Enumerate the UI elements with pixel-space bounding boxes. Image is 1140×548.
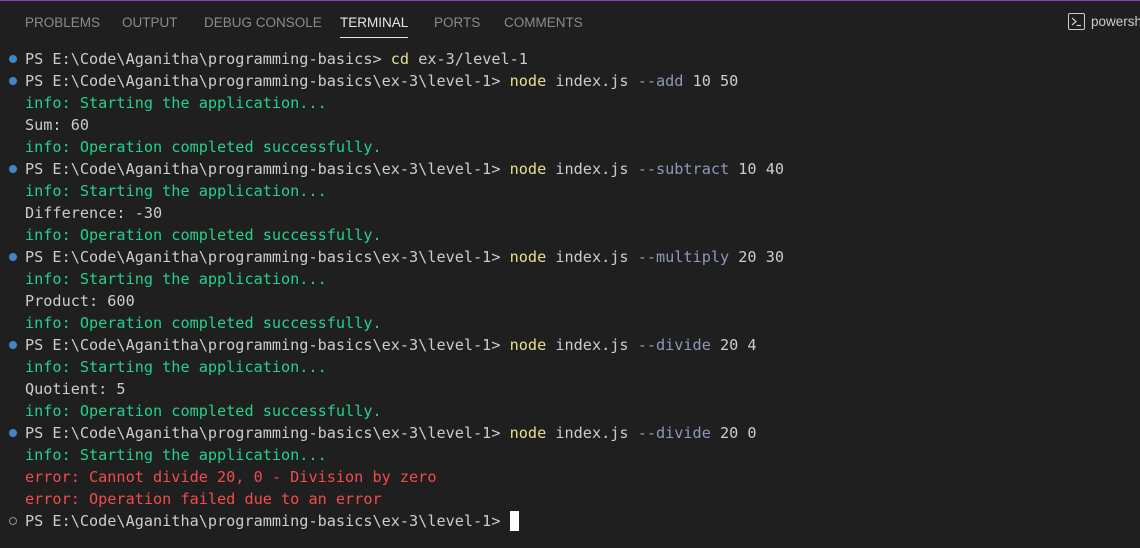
output-text: Sum: 60 — [25, 116, 90, 134]
terminal-line: info: Operation completed successfully. — [0, 136, 1140, 158]
command-flag: --subtract — [637, 160, 730, 178]
info-message: info: Starting the application... — [25, 182, 327, 200]
terminal-powershell-icon — [1068, 13, 1085, 30]
prompt-text: PS E:\Code\Aganitha\programming-basics\e… — [25, 72, 501, 90]
command-values: 10 50 — [692, 72, 739, 90]
command-argument: ex-3/level-1 — [418, 50, 528, 68]
command-values: 20 0 — [720, 424, 757, 442]
terminal-panel: PROBLEMS OUTPUT DEBUG CONSOLE TERMINAL P… — [0, 0, 1140, 548]
prompt-text: PS E:\Code\Aganitha\programming-basics\e… — [25, 160, 501, 178]
info-message: info: Starting the application... — [25, 94, 327, 112]
command-argument: index.js — [555, 72, 629, 90]
terminal-line: Difference: -30 — [0, 202, 1140, 224]
tab-ports[interactable]: PORTS — [434, 15, 480, 30]
error-message: error: Cannot divide 20, 0 - Division by… — [25, 468, 437, 486]
tab-comments[interactable]: COMMENTS — [504, 15, 583, 30]
command-success-decoration-icon[interactable] — [9, 165, 17, 173]
command-name: node — [509, 72, 547, 90]
command-argument: index.js — [555, 424, 629, 442]
command-values: 20 30 — [738, 248, 784, 266]
terminal-line: PS E:\Code\Aganitha\programming-basics\e… — [0, 334, 1140, 356]
command-flag: --multiply — [637, 248, 730, 266]
command-flag: --divide — [637, 424, 711, 442]
prompt-text: PS E:\Code\Aganitha\programming-basics> — [25, 50, 382, 68]
terminal-line: PS E:\Code\Aganitha\programming-basics\e… — [0, 158, 1140, 180]
command-pending-decoration-icon[interactable] — [9, 517, 17, 525]
output-text: Product: 600 — [25, 292, 135, 310]
terminal-line: PS E:\Code\Aganitha\programming-basics\e… — [0, 246, 1140, 268]
terminal-line: PS E:\Code\Aganitha\programming-basics\e… — [0, 422, 1140, 444]
info-message: info: Operation completed successfully. — [25, 138, 382, 156]
command-argument: index.js — [555, 160, 629, 178]
terminal-line: PS E:\Code\Aganitha\programming-basics\e… — [0, 510, 1140, 532]
terminal-line: info: Starting the application... — [0, 92, 1140, 114]
tab-terminal[interactable]: TERMINAL — [340, 15, 409, 38]
command-values: 10 40 — [738, 160, 784, 178]
terminal-instance-selector[interactable]: powersh — [1068, 13, 1140, 30]
terminal-line: info: Starting the application... — [0, 356, 1140, 378]
terminal-output[interactable]: PS E:\Code\Aganitha\programming-basics> … — [0, 48, 1140, 532]
terminal-line: info: Starting the application... — [0, 268, 1140, 290]
command-values: 20 4 — [720, 336, 757, 354]
error-message: error: Operation failed due to an error — [25, 490, 382, 508]
terminal-cursor — [510, 511, 520, 531]
command-success-decoration-icon[interactable] — [9, 253, 17, 261]
tab-output[interactable]: OUTPUT — [122, 15, 178, 30]
terminal-line: Product: 600 — [0, 290, 1140, 312]
command-success-decoration-icon[interactable] — [9, 429, 17, 437]
terminal-line: Quotient: 5 — [0, 378, 1140, 400]
command-flag: --add — [637, 72, 684, 90]
active-tab-indicator — [340, 37, 409, 38]
terminal-line: info: Operation completed successfully. — [0, 400, 1140, 422]
command-name: node — [509, 424, 547, 442]
terminal-line: PS E:\Code\Aganitha\programming-basics> … — [0, 48, 1140, 70]
info-message: info: Starting the application... — [25, 446, 327, 464]
terminal-line: error: Operation failed due to an error — [0, 488, 1140, 510]
output-text: Difference: -30 — [25, 204, 163, 222]
terminal-line: PS E:\Code\Aganitha\programming-basics\e… — [0, 70, 1140, 92]
info-message: info: Operation completed successfully. — [25, 402, 382, 420]
terminal-instance-label: powersh — [1091, 14, 1140, 29]
command-name: node — [509, 248, 547, 266]
terminal-line: info: Operation completed successfully. — [0, 224, 1140, 246]
terminal-line: Sum: 60 — [0, 114, 1140, 136]
command-argument: index.js — [555, 336, 629, 354]
prompt-text: PS E:\Code\Aganitha\programming-basics\e… — [25, 512, 501, 530]
tab-problems[interactable]: PROBLEMS — [25, 15, 100, 30]
prompt-text: PS E:\Code\Aganitha\programming-basics\e… — [25, 248, 501, 266]
command-flag: --divide — [637, 336, 711, 354]
tab-debug-console[interactable]: DEBUG CONSOLE — [204, 15, 322, 30]
terminal-line: error: Cannot divide 20, 0 - Division by… — [0, 466, 1140, 488]
panel-tab-bar: PROBLEMS OUTPUT DEBUG CONSOLE TERMINAL P… — [0, 1, 1140, 45]
command-success-decoration-icon[interactable] — [9, 77, 17, 85]
tab-terminal-label: TERMINAL — [340, 15, 409, 30]
info-message: info: Operation completed successfully. — [25, 314, 382, 332]
command-name: node — [509, 160, 547, 178]
command-success-decoration-icon[interactable] — [9, 55, 17, 63]
terminal-line: info: Starting the application... — [0, 180, 1140, 202]
terminal-line: info: Operation completed successfully. — [0, 312, 1140, 334]
terminal-line: info: Starting the application... — [0, 444, 1140, 466]
command-success-decoration-icon[interactable] — [9, 341, 17, 349]
prompt-text: PS E:\Code\Aganitha\programming-basics\e… — [25, 336, 501, 354]
info-message: info: Starting the application... — [25, 358, 327, 376]
prompt-text: PS E:\Code\Aganitha\programming-basics\e… — [25, 424, 501, 442]
output-text: Quotient: 5 — [25, 380, 126, 398]
info-message: info: Starting the application... — [25, 270, 327, 288]
command-name: node — [509, 336, 547, 354]
command-argument: index.js — [555, 248, 629, 266]
info-message: info: Operation completed successfully. — [25, 226, 382, 244]
command-name: cd — [390, 50, 410, 68]
